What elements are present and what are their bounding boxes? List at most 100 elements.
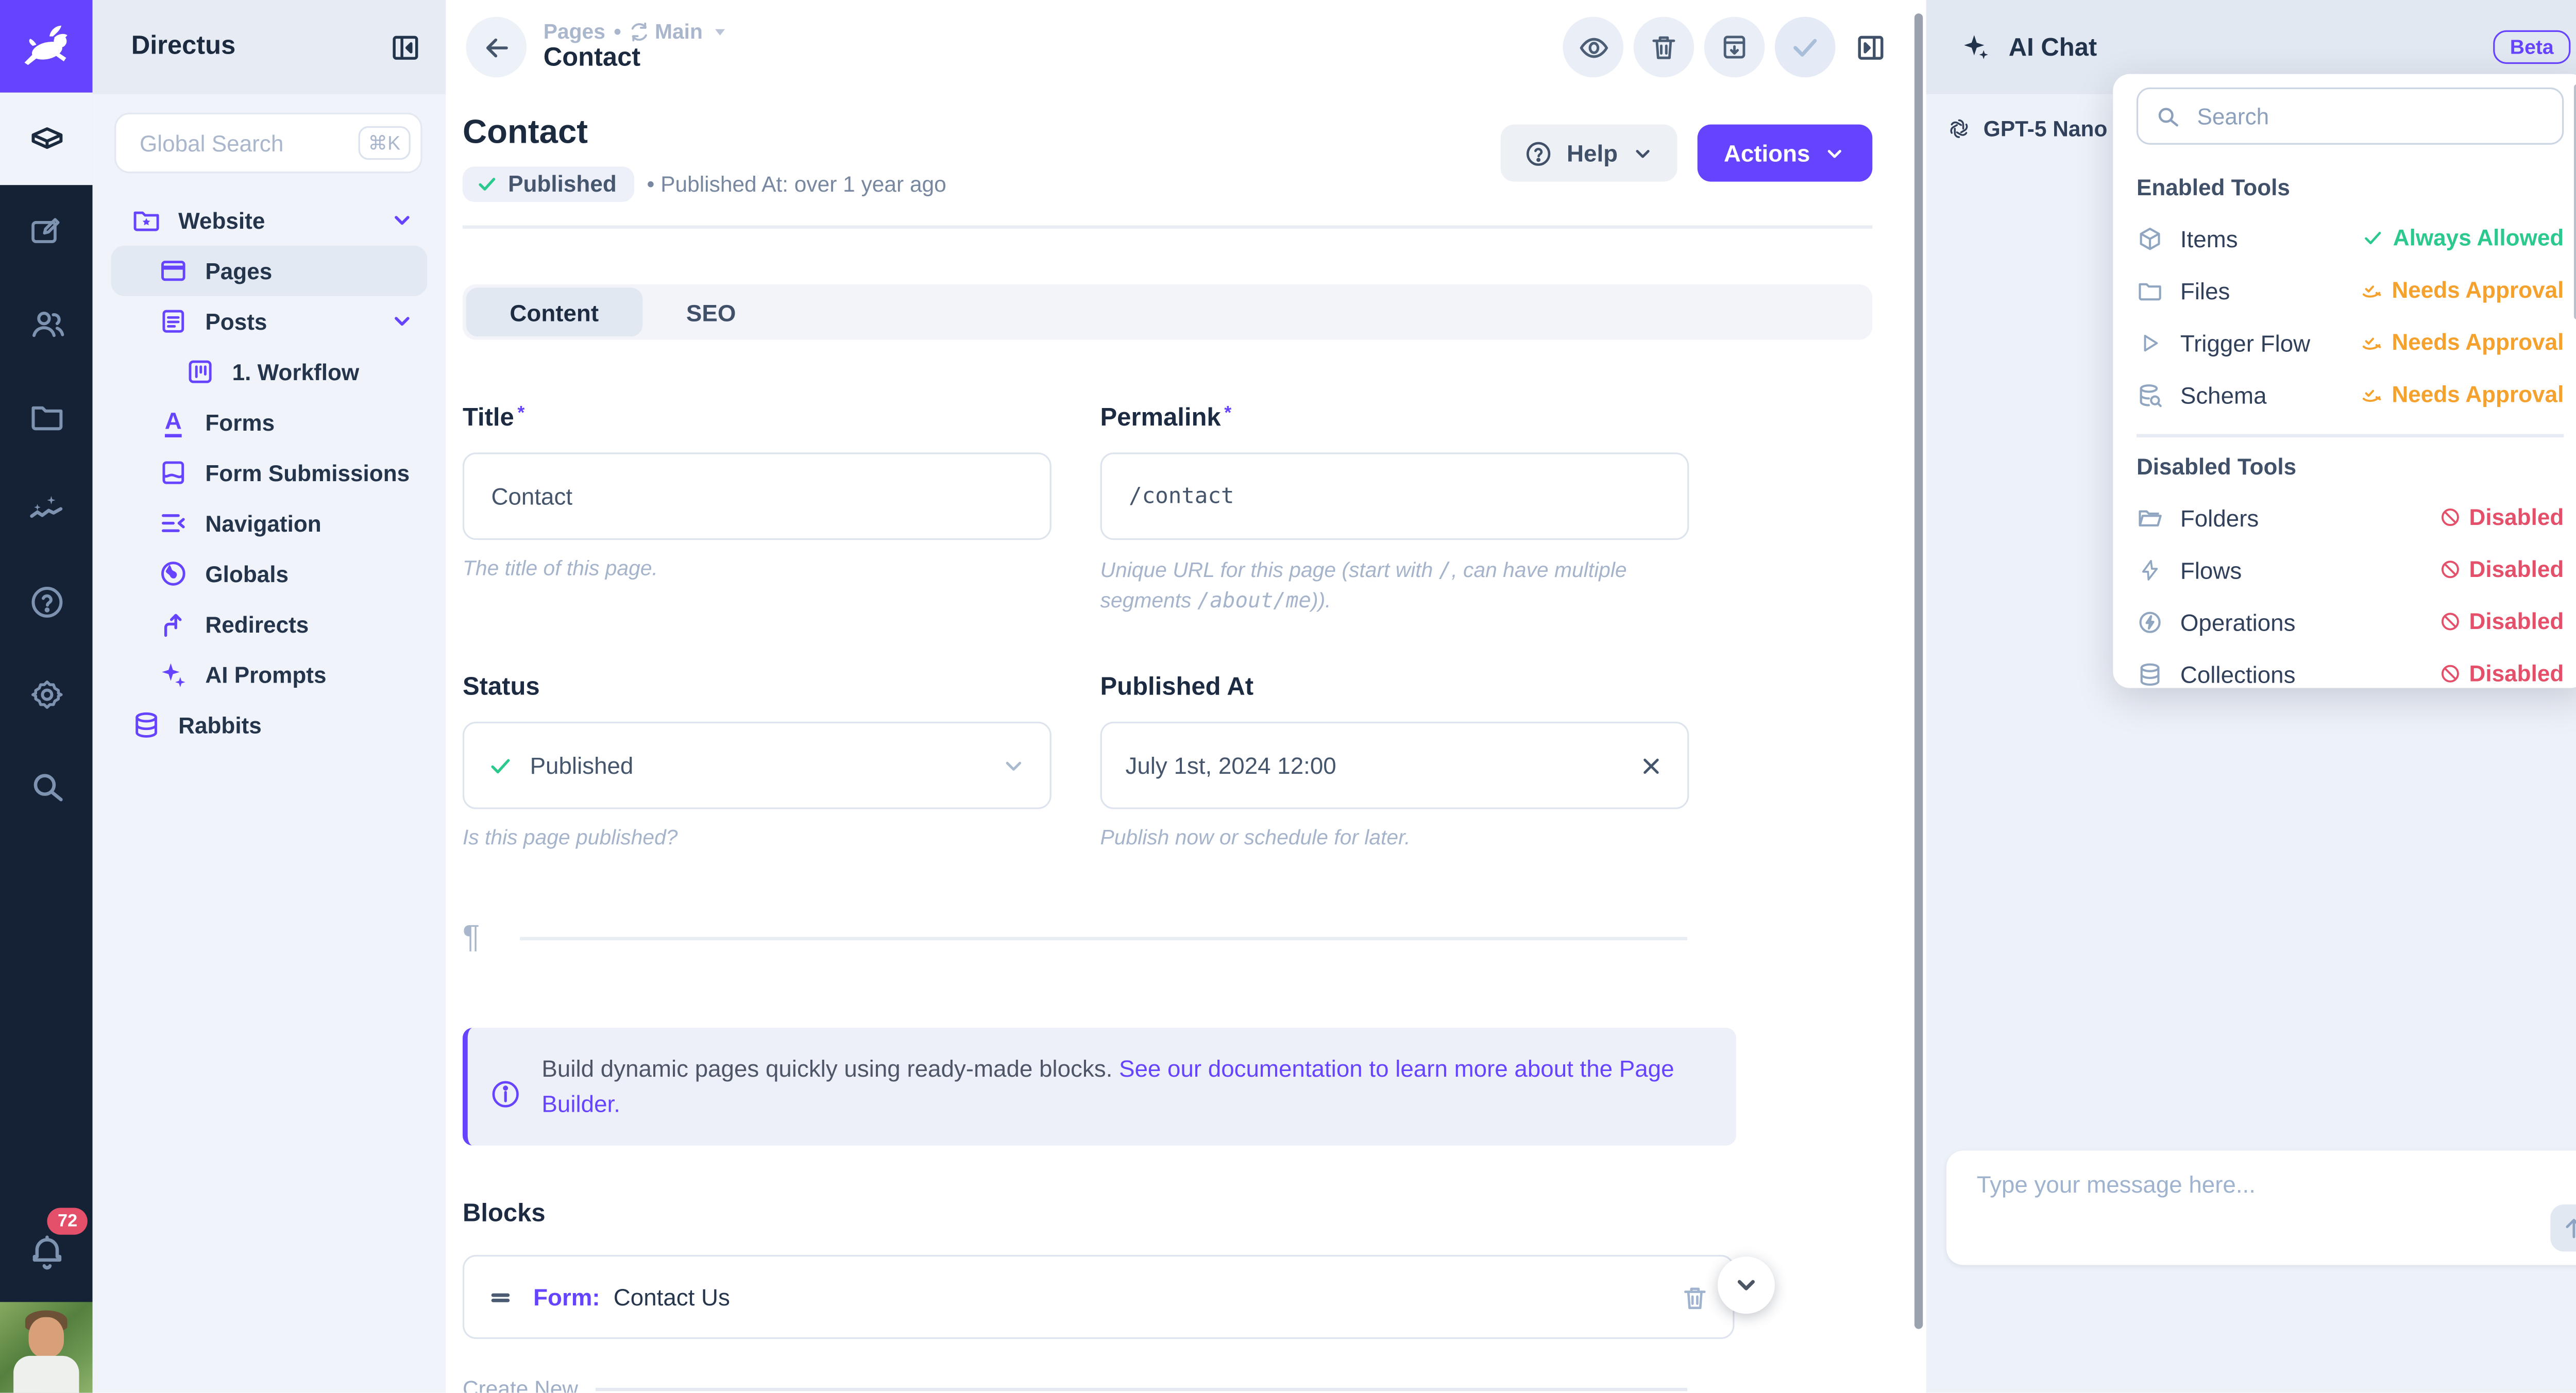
actions-button[interactable]: Actions xyxy=(1697,125,1873,182)
tabs: Content SEO xyxy=(463,284,1872,340)
sidebar-header: Directus xyxy=(93,0,446,94)
tool-status[interactable]: Always Allowed xyxy=(2363,226,2564,251)
help-button[interactable]: Help xyxy=(1501,125,1677,182)
sidebar-item-forms[interactable]: A Forms xyxy=(111,397,428,448)
tool-row-schema[interactable]: Schema Needs Approval xyxy=(2137,368,2564,420)
tool-status[interactable]: Needs Approval xyxy=(2360,382,2564,407)
main-scrollbar[interactable] xyxy=(1914,13,1923,1329)
sidebar-item-posts[interactable]: Posts xyxy=(111,296,428,347)
breadcrumb[interactable]: Pages • Main xyxy=(544,20,728,44)
module-editor[interactable] xyxy=(0,185,93,278)
module-search[interactable] xyxy=(0,740,93,833)
sidebar-item-form-submissions[interactable]: Form Submissions xyxy=(111,448,428,498)
directus-logo[interactable] xyxy=(0,0,93,93)
dropdown-scrollbar[interactable] xyxy=(2574,84,2576,319)
ai-chat-panel: AI Chat Beta GPT-5 Nano xyxy=(1926,0,2576,1393)
play-icon xyxy=(2137,331,2163,354)
window-icon xyxy=(158,256,189,286)
clear-icon[interactable] xyxy=(1638,753,1664,778)
preview-button[interactable] xyxy=(1563,17,1623,78)
breadcrumb-version[interactable]: Main xyxy=(655,20,703,44)
tool-status[interactable]: Disabled xyxy=(2439,609,2564,634)
chat-input[interactable] xyxy=(1973,1167,2535,1248)
tool-row-collections[interactable]: Collections Disabled xyxy=(2137,648,2564,688)
permalink-input-box[interactable] xyxy=(1100,452,1689,540)
title-input[interactable] xyxy=(488,481,1026,512)
tab-seo[interactable]: SEO xyxy=(642,287,779,336)
edit-icon xyxy=(29,214,64,249)
tool-status[interactable]: Disabled xyxy=(2439,661,2564,686)
version-refresh-icon xyxy=(630,22,650,42)
gear-icon xyxy=(28,675,65,712)
tool-row-items[interactable]: Items Always Allowed xyxy=(2137,212,2564,264)
module-help[interactable] xyxy=(0,555,93,648)
sidebar-item-globals[interactable]: Globals xyxy=(111,548,428,599)
global-search[interactable]: ⌘K xyxy=(114,113,422,174)
notifications-button[interactable]: 72 xyxy=(0,1204,93,1302)
tool-row-folders[interactable]: Folders Disabled xyxy=(2137,491,2564,543)
main-area: Pages • Main Contact xyxy=(446,0,1926,1393)
scroll-to-bottom-button[interactable] xyxy=(1718,1256,1775,1314)
tool-status[interactable]: Disabled xyxy=(2439,557,2564,582)
title-input-box[interactable] xyxy=(463,452,1052,540)
back-button[interactable] xyxy=(466,17,527,78)
chevron-down-icon[interactable] xyxy=(391,209,414,232)
sidebar-item-redirects[interactable]: Redirects xyxy=(111,599,428,649)
published-at-input[interactable]: July 1st, 2024 12:00 xyxy=(1100,722,1689,809)
tools-search[interactable] xyxy=(2137,88,2564,145)
tool-status[interactable]: Needs Approval xyxy=(2360,278,2564,303)
global-search-input[interactable] xyxy=(136,129,358,158)
drag-handle-icon[interactable] xyxy=(488,1284,513,1310)
collapse-sidebar-icon[interactable] xyxy=(388,30,422,64)
sidebar-item-rabbits[interactable]: Rabbits xyxy=(111,700,428,750)
sidebar-item-pages[interactable]: Pages xyxy=(111,246,428,296)
field-published-at: Published At July 1st, 2024 12:00 Publis… xyxy=(1100,673,1689,853)
package-icon xyxy=(2137,225,2163,251)
sidebar-item-label: AI Prompts xyxy=(205,662,326,687)
tool-row-operations[interactable]: Operations Disabled xyxy=(2137,596,2564,648)
tab-content[interactable]: Content xyxy=(466,287,642,336)
module-insights[interactable] xyxy=(0,463,93,555)
create-new-divider: Create New xyxy=(463,1376,1687,1393)
trash-icon[interactable] xyxy=(1681,1283,1709,1312)
chevron-down-icon[interactable] xyxy=(391,310,414,333)
tool-row-flows[interactable]: Flows Disabled xyxy=(2137,543,2564,596)
caret-down-icon[interactable] xyxy=(711,24,728,41)
send-button[interactable] xyxy=(2550,1204,2576,1251)
module-content[interactable] xyxy=(0,93,93,185)
ai-chat-title: AI Chat xyxy=(2009,33,2493,62)
tool-row-trigger-flow[interactable]: Trigger Flow Needs Approval xyxy=(2137,316,2564,368)
sidebar-item-navigation[interactable]: Navigation xyxy=(111,498,428,549)
module-settings[interactable] xyxy=(0,648,93,740)
tool-status[interactable]: Needs Approval xyxy=(2360,330,2564,355)
permalink-input[interactable] xyxy=(1125,482,1664,511)
sidebar-item-label: Redirects xyxy=(205,611,309,637)
delete-button[interactable] xyxy=(1634,17,1694,78)
chat-composer[interactable] xyxy=(1946,1150,2576,1265)
sidebar-item-label: Pages xyxy=(205,258,272,283)
sidebar-item-workflow[interactable]: 1. Workflow xyxy=(111,347,428,397)
enabled-tools-heading: Enabled Tools xyxy=(2137,175,2564,202)
check-icon xyxy=(488,753,513,778)
redirect-arrow-icon xyxy=(158,609,189,639)
tools-search-input[interactable] xyxy=(2194,102,2545,131)
module-files[interactable] xyxy=(0,370,93,463)
tool-row-files[interactable]: Files Needs Approval xyxy=(2137,264,2564,316)
save-button[interactable] xyxy=(1775,17,1836,78)
sidebar-item-website[interactable]: Website xyxy=(111,195,428,246)
nav-sidebar: Directus ⌘K Website xyxy=(93,0,446,1393)
tool-status[interactable]: Disabled xyxy=(2439,505,2564,530)
disabled-tools-heading: Disabled Tools xyxy=(2137,454,2564,481)
module-users[interactable] xyxy=(0,278,93,370)
field-note: The title of this page. xyxy=(463,555,1052,584)
toggle-right-panel-button[interactable] xyxy=(1845,17,1896,78)
breadcrumb-collection[interactable]: Pages xyxy=(544,20,605,44)
archive-button[interactable] xyxy=(1704,17,1765,78)
status-select[interactable]: Published xyxy=(463,722,1052,809)
user-avatar[interactable] xyxy=(0,1302,93,1392)
model-selector[interactable]: GPT-5 Nano xyxy=(1984,115,2108,141)
approval-hand-icon xyxy=(2360,278,2383,302)
module-rail: 72 xyxy=(0,0,93,1393)
sidebar-item-ai-prompts[interactable]: AI Prompts xyxy=(111,649,428,700)
block-row-form[interactable]: Form: Contact Us xyxy=(463,1255,1735,1339)
